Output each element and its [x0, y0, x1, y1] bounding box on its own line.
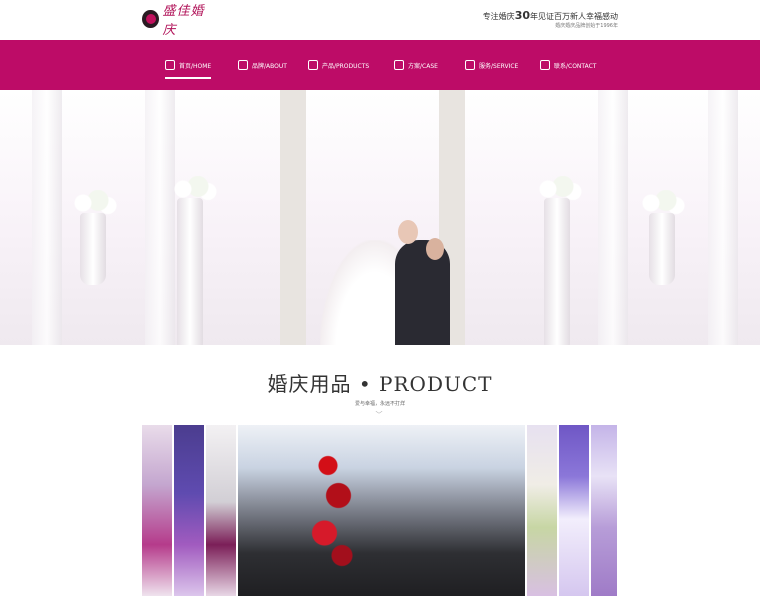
hero-banner[interactable] [0, 90, 760, 345]
banner-pillar [32, 90, 62, 345]
products-icon [308, 60, 318, 70]
red-flower-tree [300, 443, 370, 593]
logo-text: 盛佳婚庆 [162, 4, 205, 38]
nav-item-products[interactable]: 产品/PRODUCTS [308, 40, 369, 90]
nav-item-case[interactable]: 方案/CASE [394, 40, 438, 90]
product-gallery [142, 425, 617, 596]
gallery-image[interactable] [591, 425, 617, 596]
section-title: 婚庆用品 • PRODUCT [267, 372, 493, 396]
gallery-image[interactable] [174, 425, 204, 596]
banner-pillar [708, 90, 738, 345]
nav-item-service[interactable]: 服务/SERVICE [465, 40, 518, 90]
vase [177, 198, 203, 345]
home-icon [165, 60, 175, 70]
nav-item-label: 品牌/ABOUT [252, 62, 287, 70]
nav-item-label: 首页/HOME [179, 62, 212, 70]
header-slogan: 专注婚庆30年见证百万新人幸福感动 婚庆婚庆品牌创始于1996年 [482, 9, 618, 30]
gallery-image[interactable] [142, 425, 172, 596]
nav-item-about[interactable]: 品牌/ABOUT [238, 40, 287, 90]
vase [544, 198, 570, 345]
slogan-sub: 婚庆婚庆品牌创始于1996年 [555, 23, 618, 29]
case-icon [394, 60, 404, 70]
section-subtitle: 爱与幸福，永远不打烊 [354, 401, 405, 407]
nav-item-label: 联系/CONTACT [554, 62, 597, 70]
site-header: 盛佳婚庆 专注婚庆30年见证百万新人幸福感动 婚庆婚庆品牌创始于1996年 [0, 0, 760, 40]
service-icon [465, 60, 475, 70]
groom-head [426, 238, 444, 260]
main-nav: 首页/HOME 品牌/ABOUT 产品/PRODUCTS 方案/CASE 服务/… [0, 40, 760, 90]
banner-pillar [145, 90, 175, 345]
banner-pillar [598, 90, 628, 345]
about-icon [238, 60, 248, 70]
logo-icon [142, 10, 159, 28]
slogan-prefix: 专注婚庆 [482, 12, 515, 21]
gallery-image[interactable] [527, 425, 557, 596]
gallery-image[interactable] [206, 425, 236, 596]
nav-item-home[interactable]: 首页/HOME [165, 40, 212, 90]
nav-item-label: 服务/SERVICE [479, 62, 519, 70]
vase [649, 213, 675, 285]
bride-head [398, 220, 418, 244]
slogan-suffix: 年见证百万新人幸福感动 [530, 12, 618, 21]
slogan-number: 30 [514, 9, 530, 22]
nav-item-label: 方案/CASE [408, 62, 438, 70]
site-logo[interactable]: 盛佳婚庆 [142, 4, 214, 38]
vase [80, 213, 106, 285]
gallery-image[interactable] [559, 425, 589, 596]
nav-item-label: 产品/PRODUCTS [322, 62, 370, 70]
contact-icon [540, 60, 550, 70]
slogan-main: 专注婚庆30年见证百万新人幸福感动 [482, 9, 618, 22]
gallery-image-featured[interactable] [238, 425, 525, 596]
chevron-down-icon: ﹀ [375, 411, 383, 419]
nav-item-contact[interactable]: 联系/CONTACT [540, 40, 596, 90]
